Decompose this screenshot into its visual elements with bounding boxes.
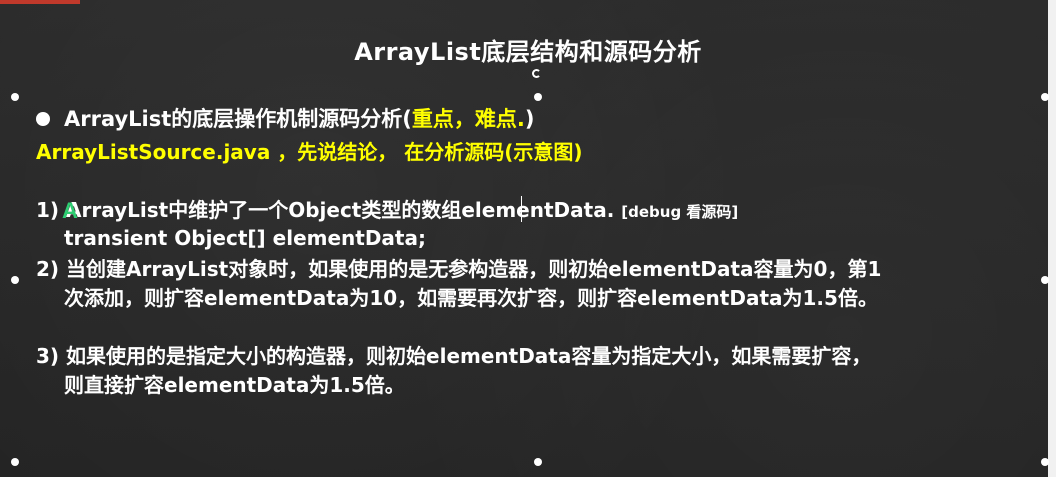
bullet-heading-highlight: 重点，难点. xyxy=(411,107,525,131)
bullet-heading-close: ) xyxy=(524,107,535,131)
text-caret xyxy=(521,196,522,222)
selection-handle-top-right[interactable] xyxy=(1041,93,1049,101)
cursor-marker-icon: A xyxy=(62,198,78,223)
point-1-line-2: transient Object[] elementData; xyxy=(64,226,426,250)
selection-handle-top-center[interactable] xyxy=(534,93,542,101)
slide-canvas: ArrayList底层结构和源码分析 ArrayList的底层操作机制源码分析(… xyxy=(0,0,1056,477)
selection-handle-middle-right[interactable] xyxy=(1041,276,1049,284)
selection-handle-top-left[interactable] xyxy=(11,93,19,101)
selection-handle-middle-left[interactable] xyxy=(11,276,19,284)
rotate-handle-icon[interactable] xyxy=(532,69,541,78)
point-2-line-2: 次添加，则扩容elementData为10，如需要再次扩容，则扩容element… xyxy=(64,286,878,310)
point-3-line-2: 则直接扩容elementData为1.5倍。 xyxy=(64,373,405,397)
bullet-icon xyxy=(36,112,50,126)
selection-handle-bottom-left[interactable] xyxy=(11,458,19,466)
selection-handle-bottom-center[interactable] xyxy=(534,458,542,466)
point-3-line-1: 3) 如果使用的是指定大小的构造器，则初始elementData容量为指定大小，… xyxy=(36,344,872,368)
selection-handle-bottom-right[interactable] xyxy=(1041,458,1049,466)
point-1-line-1: 1) ArrayList中维护了一个Object类型的数组elementData… xyxy=(36,197,738,225)
point-2-line-1: 2) 当创建ArrayList对象时，如果使用的是无参构造器，则初始elemen… xyxy=(36,257,882,281)
bullet-heading-text: ArrayList的底层操作机制源码分析( xyxy=(64,107,412,131)
point-1-text: 1) ArrayList中维护了一个Object类型的数组elementData… xyxy=(36,198,615,222)
slide-subtitle: ArrayListSource.java ，先说结论， 在分析源码(示意图) xyxy=(36,140,583,164)
slide-title: ArrayList底层结构和源码分析 xyxy=(354,38,702,66)
window-edge xyxy=(1048,0,1056,477)
bullet-heading: ArrayList的底层操作机制源码分析(重点，难点.) xyxy=(64,106,535,132)
window-accent-bar xyxy=(0,0,80,4)
point-1-note: [debug 看源码] xyxy=(621,203,739,221)
